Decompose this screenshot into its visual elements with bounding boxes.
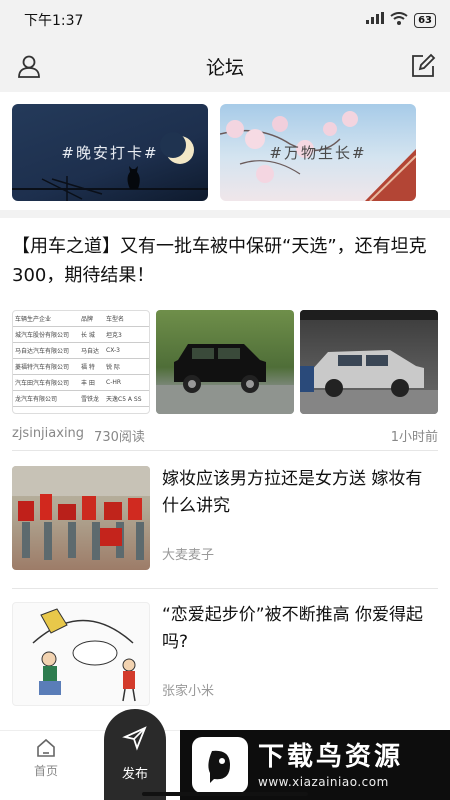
- banner-label: #晚安打卡#: [61, 144, 159, 162]
- post-card-main[interactable]: 【用车之道】又有一批车被中保研“天选”，还有坦克300，期待结果！ 车辆生产企业…: [0, 218, 450, 450]
- status-time: 下午1:37: [24, 13, 84, 29]
- top-bar: 论坛: [0, 40, 450, 92]
- post-read-count: 730阅读: [94, 430, 145, 445]
- user-icon[interactable]: [16, 53, 42, 83]
- post-text: “恋爱起步价”被不断推高 你爱得起吗? 张家小米: [162, 602, 438, 726]
- thumbnail-crash-test-photo[interactable]: [300, 310, 438, 414]
- post-author[interactable]: 大麦麦子: [162, 544, 438, 563]
- post-meta: zjsinjiaxing 730阅读 1小时前: [12, 426, 438, 445]
- table-cell: 锐 际: [104, 358, 149, 375]
- topic-banner-goodnight[interactable]: #晚安打卡#: [12, 104, 208, 201]
- list-item[interactable]: “恋爱起步价”被不断推高 你爱得起吗? 张家小米: [0, 602, 450, 726]
- comic-graphic: [32, 608, 136, 702]
- watermark-overlay: 下载鸟资源 www.xiazainiao.com: [180, 730, 450, 800]
- post-time: 1小时前: [390, 430, 438, 445]
- list-divider: [12, 588, 438, 589]
- topic-banner-row: #晚安打卡# #万物生长#: [0, 92, 450, 210]
- edit-icon[interactable]: [410, 53, 436, 83]
- table-header-cell: 品牌: [78, 311, 104, 327]
- wedding-dowry-graphic: [12, 466, 150, 560]
- banner-label: #万物生长#: [269, 144, 367, 162]
- table-cell: 汽车田汽车有限公司: [13, 374, 79, 391]
- table-cell: 福 特: [78, 358, 104, 375]
- crash-test-graphic: [300, 310, 438, 414]
- table-cell: 长 城: [78, 326, 104, 343]
- list-item[interactable]: 嫁妆应该男方拉还是女方送 嫁妆有什么讲究 大麦麦子: [0, 466, 450, 590]
- table-header-cell: 车辆生产企业: [13, 311, 79, 327]
- home-indicator: [142, 792, 308, 796]
- post-thumbnail-comic[interactable]: [12, 602, 150, 706]
- post-thumbnail-wedding[interactable]: [12, 466, 150, 570]
- post-title[interactable]: 嫁妆应该男方拉还是女方送 嫁妆有什么讲究: [162, 466, 438, 528]
- post-author[interactable]: 张家小米: [162, 680, 438, 699]
- wifi-icon: [390, 11, 408, 29]
- table-cell: 坦克3: [104, 326, 149, 343]
- status-icons: 63: [366, 11, 436, 29]
- table-header-cell: 车型名: [104, 311, 149, 327]
- post-title[interactable]: “恋爱起步价”被不断推高 你爱得起吗?: [162, 602, 438, 664]
- table-cell: 龙汽车有限公司: [13, 390, 79, 407]
- thumbnail-table-image[interactable]: 车辆生产企业 品牌 车型名 城汽车股份有限公司长 城坦克3 马自达汽车有限公司 马自达…: [12, 310, 150, 414]
- table-cell: 雪铁龙: [78, 390, 104, 407]
- watermark-text: 下载鸟资源 www.xiazainiao.com: [258, 741, 403, 789]
- post-author[interactable]: zjsinjiaxing: [12, 426, 84, 445]
- table-cell: 丰 田: [78, 374, 104, 391]
- table-cell: 天逸C5 A SS: [104, 390, 149, 407]
- signal-icon: [366, 12, 385, 28]
- publish-button[interactable]: 发布: [104, 709, 166, 800]
- table-cell: C-HR: [104, 374, 149, 391]
- send-icon: [122, 725, 148, 755]
- post-title[interactable]: 【用车之道】又有一批车被中保研“天选”，还有坦克300，期待结果！: [12, 232, 438, 292]
- table-cell: 马自达: [78, 342, 104, 359]
- post-thumbnails: 车辆生产企业 品牌 车型名 城汽车股份有限公司长 城坦克3 马自达汽车有限公司 马自达…: [12, 310, 438, 414]
- nav-home-tab[interactable]: 首页: [24, 737, 68, 779]
- table-cell: 菱福特汽车有限公司: [13, 358, 79, 375]
- watermark-bird-icon: [192, 737, 248, 793]
- meta-spacer: [145, 426, 391, 445]
- table-cell: CX-3: [104, 342, 149, 359]
- post-text: 嫁妆应该男方拉还是女方送 嫁妆有什么讲究 大麦麦子: [162, 466, 438, 590]
- thumbnail-suv-photo[interactable]: [156, 310, 294, 414]
- list-divider: [12, 450, 438, 451]
- suv-graphic: [156, 344, 294, 414]
- status-bar: 下午1:37 63: [0, 0, 450, 40]
- battery-level: 63: [414, 12, 436, 28]
- nav-home-label: 首页: [33, 764, 58, 778]
- page-title: 论坛: [205, 56, 244, 79]
- watermark-title: 下载鸟资源: [258, 742, 404, 772]
- home-icon: [35, 738, 57, 762]
- table-cell: 马自达汽车有限公司: [13, 342, 79, 359]
- topic-banner-growth[interactable]: #万物生长#: [220, 104, 416, 201]
- section-divider: [0, 210, 450, 218]
- publish-label: 发布: [121, 767, 148, 782]
- watermark-url: www.xiazainiao.com: [258, 775, 389, 789]
- table-cell: 城汽车股份有限公司: [13, 326, 79, 343]
